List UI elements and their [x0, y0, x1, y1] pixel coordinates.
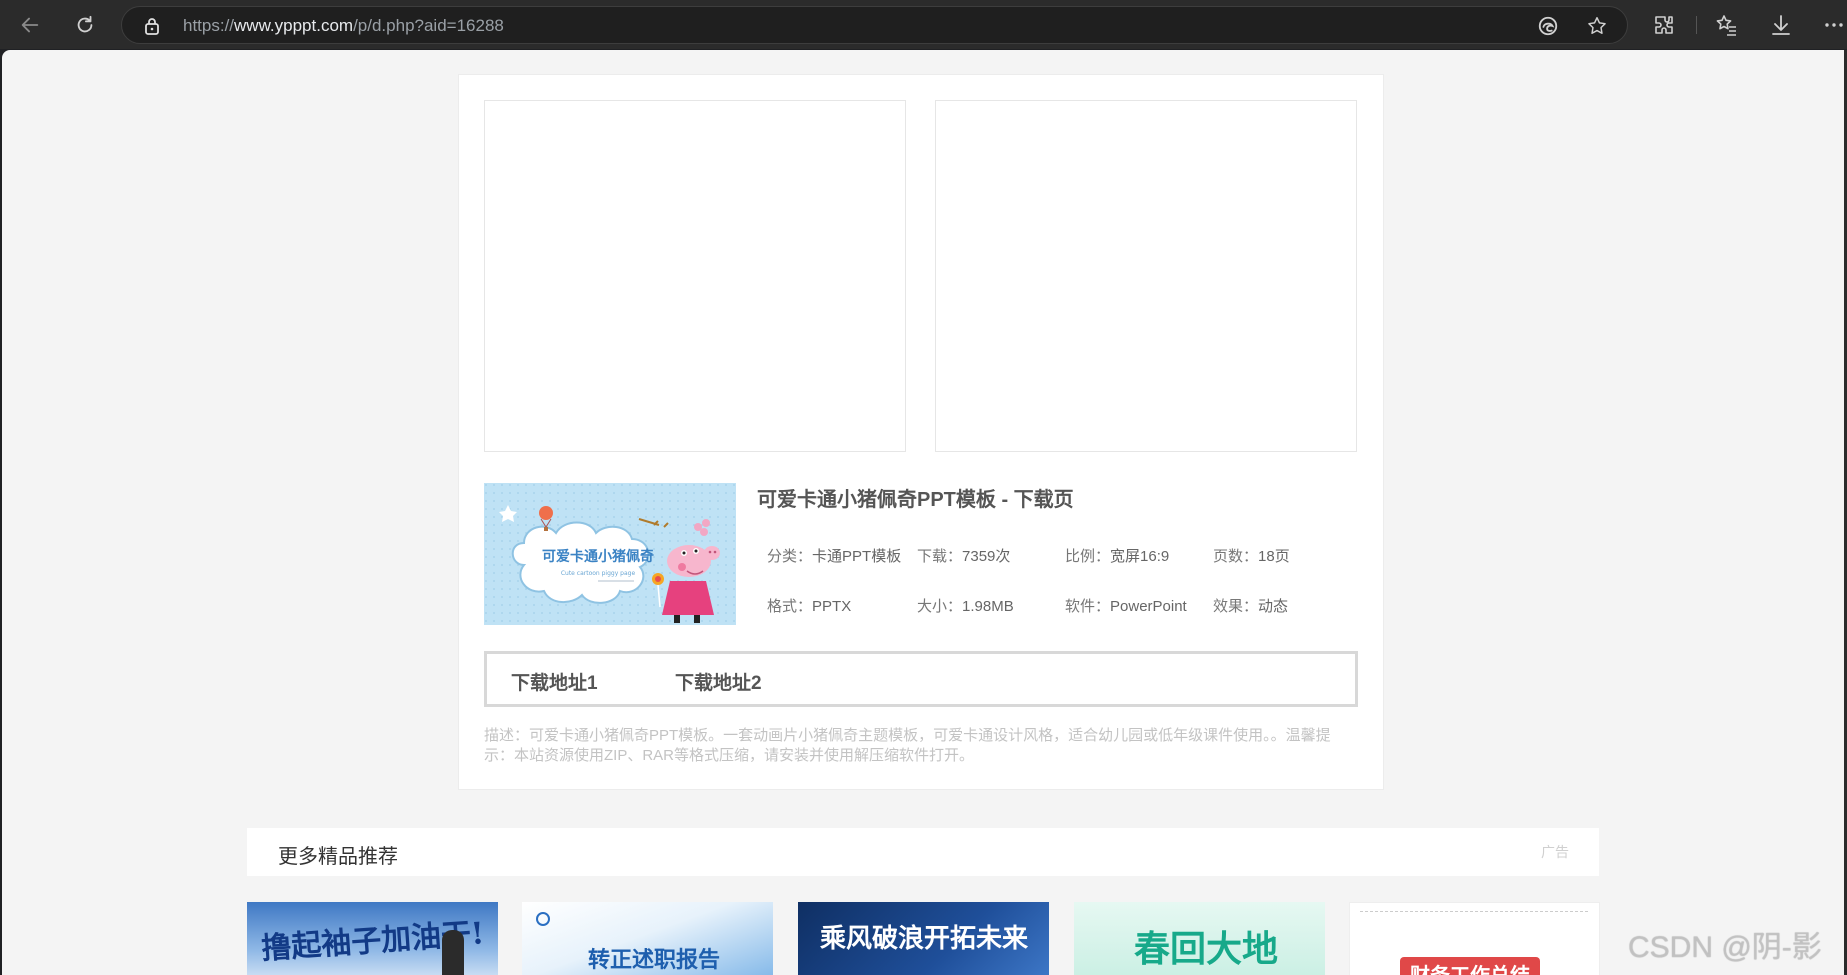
back-icon[interactable] — [15, 10, 45, 40]
finance-doodles — [1360, 911, 1588, 951]
page-viewport: 可爱卡通小猪佩奇 Cute cartoon piggy page 可爱卡通小猪佩… — [2, 50, 1844, 975]
recommend-item-4[interactable]: 春回大地 — [1074, 902, 1325, 975]
extensions-icon[interactable] — [1652, 13, 1676, 37]
favorite-star-icon[interactable] — [1586, 15, 1608, 37]
logo-icon — [536, 912, 550, 926]
recommend-item-3[interactable]: 乘风破浪开拓未来 — [798, 902, 1049, 975]
refresh-icon[interactable] — [70, 10, 100, 40]
meta-downloads: 下载：7359次 — [917, 548, 1011, 565]
recommend-item-caption: 春回大地 — [1134, 928, 1279, 970]
template-thumbnail[interactable]: 可爱卡通小猪佩奇 Cute cartoon piggy page — [484, 483, 736, 625]
thumbnail-title-cn: 可爱卡通小猪佩奇 — [542, 548, 654, 565]
page-title: 可爱卡通小猪佩奇PPT模板 - 下载页 — [757, 489, 1074, 511]
download-links-box: 下载地址1 下载地址2 — [484, 651, 1358, 707]
download-link-2[interactable]: 下载地址2 — [675, 668, 762, 695]
recommend-header: 更多精品推荐 广告 — [247, 828, 1599, 876]
person-silhouette — [442, 930, 464, 975]
ad-slot-left[interactable] — [484, 100, 906, 452]
recommend-item-1[interactable]: 撸起袖子加油干! — [247, 902, 498, 975]
meta-effect: 效果：动态 — [1213, 598, 1289, 615]
ad-label: 广告 — [1541, 844, 1569, 860]
thumbnail-title-en: Cute cartoon piggy page — [561, 570, 636, 577]
csdn-watermark: CSDN @阴-影 — [1628, 931, 1822, 964]
download-card: 可爱卡通小猪佩奇 Cute cartoon piggy page 可爱卡通小猪佩… — [458, 74, 1384, 790]
download-icon[interactable] — [1769, 13, 1793, 37]
more-icon[interactable] — [1822, 13, 1846, 37]
url-text[interactable]: https://www.ypppt.com/p/d.php?aid=16288 — [183, 16, 504, 36]
peppa-thumbnail-image: 可爱卡通小猪佩奇 Cute cartoon piggy page — [484, 483, 736, 625]
meta-format: 格式：PPTX — [767, 598, 852, 615]
meta-size: 大小：1.98MB — [917, 598, 1014, 615]
recommend-item-caption: 转正述职报告 — [588, 947, 721, 973]
meta-ratio: 比例：宽屏16:9 — [1065, 548, 1170, 565]
ad-slot-right[interactable] — [935, 100, 1357, 452]
meta-pages: 页数：18页 — [1213, 548, 1290, 565]
address-bar[interactable]: https://www.ypppt.com/p/d.php?aid=16288 — [121, 6, 1628, 44]
download-link-1[interactable]: 下载地址1 — [511, 668, 598, 695]
template-description: 描述：可爱卡通小猪佩奇PPT模板。一套动画片小猪佩奇主题模板，可爱卡通设计风格，… — [484, 727, 1331, 764]
recommend-item-5[interactable]: 财务工作总结 — [1349, 902, 1600, 975]
toolbar-divider — [1696, 16, 1697, 34]
recommend-title: 更多精品推荐 — [278, 846, 398, 868]
lock-icon[interactable] — [144, 17, 160, 35]
edge-icon[interactable] — [1537, 15, 1559, 37]
favorites-list-icon[interactable] — [1714, 13, 1738, 37]
recommend-item-caption: 乘风破浪开拓未来 — [820, 924, 1029, 954]
browser-toolbar: https://www.ypppt.com/p/d.php?aid=16288 — [0, 0, 1847, 49]
recommend-item-2[interactable]: 转正述职报告 — [522, 902, 773, 975]
meta-software: 软件：PowerPoint — [1065, 598, 1187, 615]
meta-category: 分类：卡通PPT模板 — [767, 548, 902, 565]
recommend-item-caption: 财务工作总结 — [1400, 957, 1540, 975]
